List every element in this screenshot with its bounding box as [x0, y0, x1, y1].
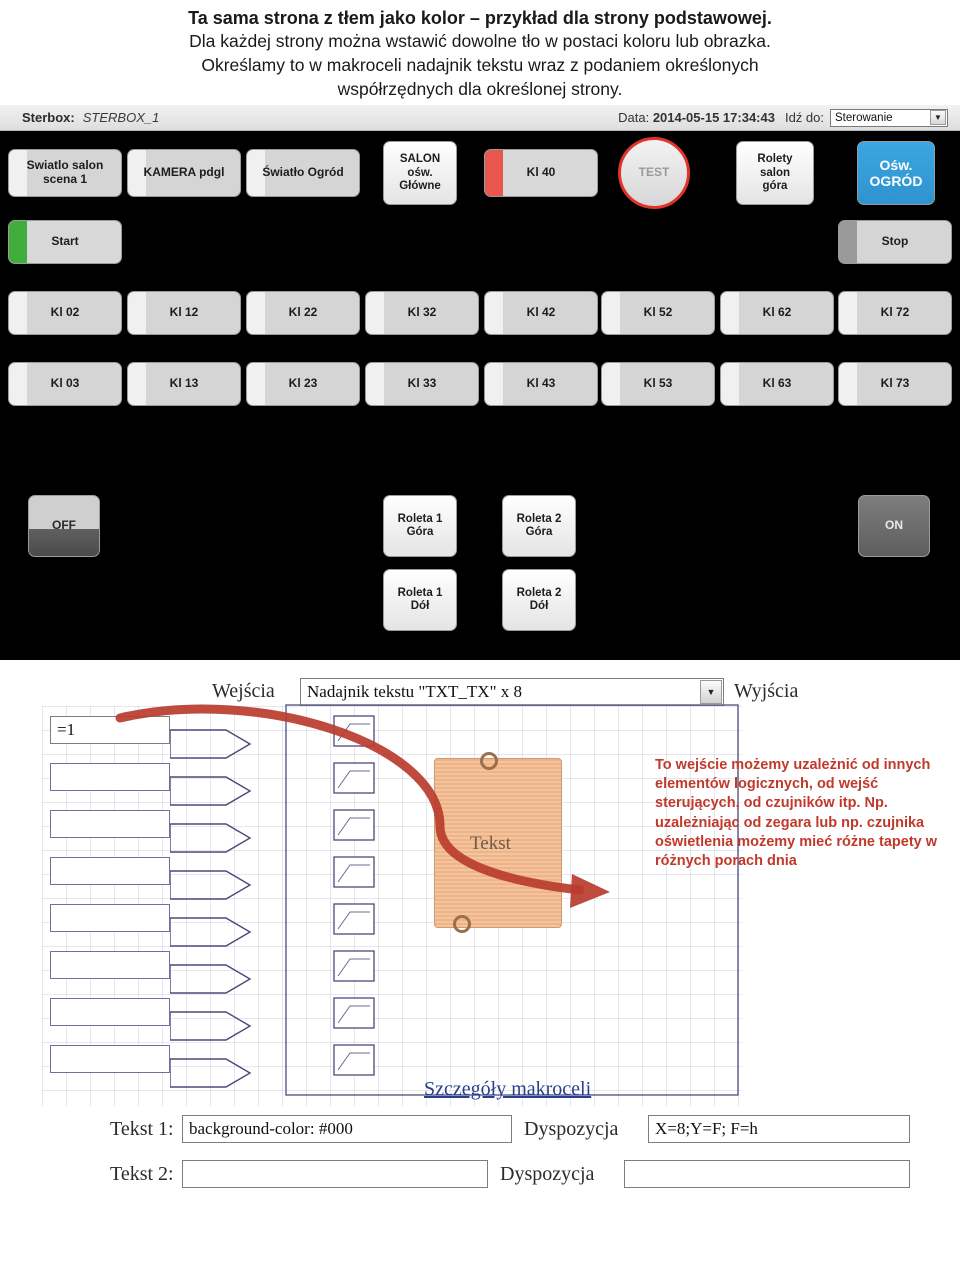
sterbox-titlebar: Sterbox: STERBOX_1 Data: 2014-05-15 17:3…: [0, 105, 960, 132]
panel-button-kl22[interactable]: Kl 22: [246, 291, 360, 336]
intro-text-block: Ta sama strona z tłem jako kolor – przyk…: [0, 0, 960, 105]
disposition1-label: Dyspozycja: [524, 1118, 619, 1141]
text1-value: background-color: #000: [189, 1119, 353, 1139]
panel-button-swiatlo-ogrod[interactable]: Światło Ogród: [246, 149, 360, 198]
panel-button-kl62[interactable]: Kl 62: [720, 291, 834, 336]
panel-button-kl12[interactable]: Kl 12: [127, 291, 241, 336]
intro-line-2: Dla każdej strony można wstawić dowolne …: [189, 31, 771, 52]
intro-line-3: Określamy to w makroceli nadajnik tekstu…: [201, 54, 759, 75]
annotation-note: To wejście możemy uzależnić od innych el…: [655, 757, 938, 869]
goto-label: Idź do:: [784, 110, 824, 126]
annotation-arrow: [115, 704, 610, 909]
panel-button-kl13[interactable]: Kl 13: [127, 362, 241, 407]
text2-input[interactable]: [182, 1160, 488, 1189]
panel-button-kl42[interactable]: Kl 42: [484, 291, 598, 336]
panel-button-off[interactable]: OFF: [28, 495, 100, 558]
panel-button-test[interactable]: TEST: [618, 137, 690, 210]
disposition2-label: Dyspozycja: [500, 1163, 595, 1186]
panel-button-roleta1-gora[interactable]: Roleta 1 Góra: [383, 495, 457, 558]
text1-input[interactable]: background-color: #000: [182, 1115, 512, 1144]
panel-button-rolety-salon-gora[interactable]: Rolety salon góra: [736, 141, 814, 206]
panel-button-osw-ogrod[interactable]: Ośw. OGRÓD: [857, 141, 935, 206]
page-select[interactable]: Sterowanie ▼: [830, 108, 948, 127]
panel-button-kl73[interactable]: Kl 73: [838, 362, 952, 407]
panel-button-kl40[interactable]: Kl 40: [484, 149, 598, 198]
outputs-label: Wyjścia: [734, 680, 799, 703]
panel-button-roleta2-gora[interactable]: Roleta 2 Góra: [502, 495, 576, 558]
macrocell-editor: Wejścia Nadajnik tekstu "TXT_TX" x 8 ▼ W…: [0, 660, 960, 1245]
panel-button-kl23[interactable]: Kl 23: [246, 362, 360, 407]
panel-date-value: 2014-05-15 17:34:43: [652, 110, 775, 126]
panel-button-kl52[interactable]: Kl 52: [601, 291, 715, 336]
input-field-8[interactable]: [50, 1045, 170, 1074]
sterbox-label: Sterbox:: [22, 110, 75, 126]
panel-date-label: Data:: [618, 110, 650, 126]
panel-button-kl03[interactable]: Kl 03: [8, 362, 122, 407]
panel-button-roleta1-dol[interactable]: Roleta 1 Dół: [383, 569, 457, 632]
panel-button-salon-osw-glowne[interactable]: SALON ośw. Główne: [383, 141, 457, 206]
panel-datetime: Data: 2014-05-15 17:34:43: [618, 110, 775, 125]
input-field-6[interactable]: [50, 951, 170, 980]
disposition1-value: X=8;Y=F; F=h: [655, 1119, 758, 1139]
intro-line-4: współrzędnych dla określonej strony.: [337, 78, 623, 99]
panel-button-stop[interactable]: Stop: [838, 220, 952, 265]
sterbox-panel: Sterbox: STERBOX_1 Data: 2014-05-15 17:3…: [0, 105, 960, 661]
panel-button-kl02[interactable]: Kl 02: [8, 291, 122, 336]
macrocell-details-link[interactable]: Szczegóły makroceli: [424, 1078, 591, 1101]
page-select-value: Sterowanie: [835, 111, 893, 124]
text1-label: Tekst 1:: [110, 1118, 174, 1141]
panel-button-roleta2-dol[interactable]: Roleta 2 Dół: [502, 569, 576, 632]
panel-button-on[interactable]: ON: [858, 495, 930, 558]
panel-button-kl43[interactable]: Kl 43: [484, 362, 598, 407]
panel-button-start[interactable]: Start: [8, 220, 122, 265]
panel-button-kl63[interactable]: Kl 63: [720, 362, 834, 407]
input-field-1-value: =1: [57, 720, 76, 740]
panel-button-kl32[interactable]: Kl 32: [365, 291, 479, 336]
intro-line-1: Ta sama strona z tłem jako kolor – przyk…: [188, 8, 772, 28]
chevron-down-icon[interactable]: ▼: [700, 680, 722, 705]
input-field-7[interactable]: [50, 998, 170, 1027]
text2-label: Tekst 2:: [110, 1163, 174, 1186]
panel-button-kl33[interactable]: Kl 33: [365, 362, 479, 407]
panel-button-kl53[interactable]: Kl 53: [601, 362, 715, 407]
sterbox-device-name: STERBOX_1: [82, 110, 160, 126]
disposition1-input[interactable]: X=8;Y=F; F=h: [648, 1115, 910, 1144]
chevron-down-icon[interactable]: ▼: [930, 109, 946, 125]
panel-button-kamera-pdgl[interactable]: KAMERA pdgl: [127, 149, 241, 198]
disposition2-input[interactable]: [624, 1160, 910, 1189]
panel-button-kl72[interactable]: Kl 72: [838, 291, 952, 336]
panel-button-swiatlo-salon-scena-1[interactable]: Swiatlo salon scena 1: [8, 149, 122, 198]
